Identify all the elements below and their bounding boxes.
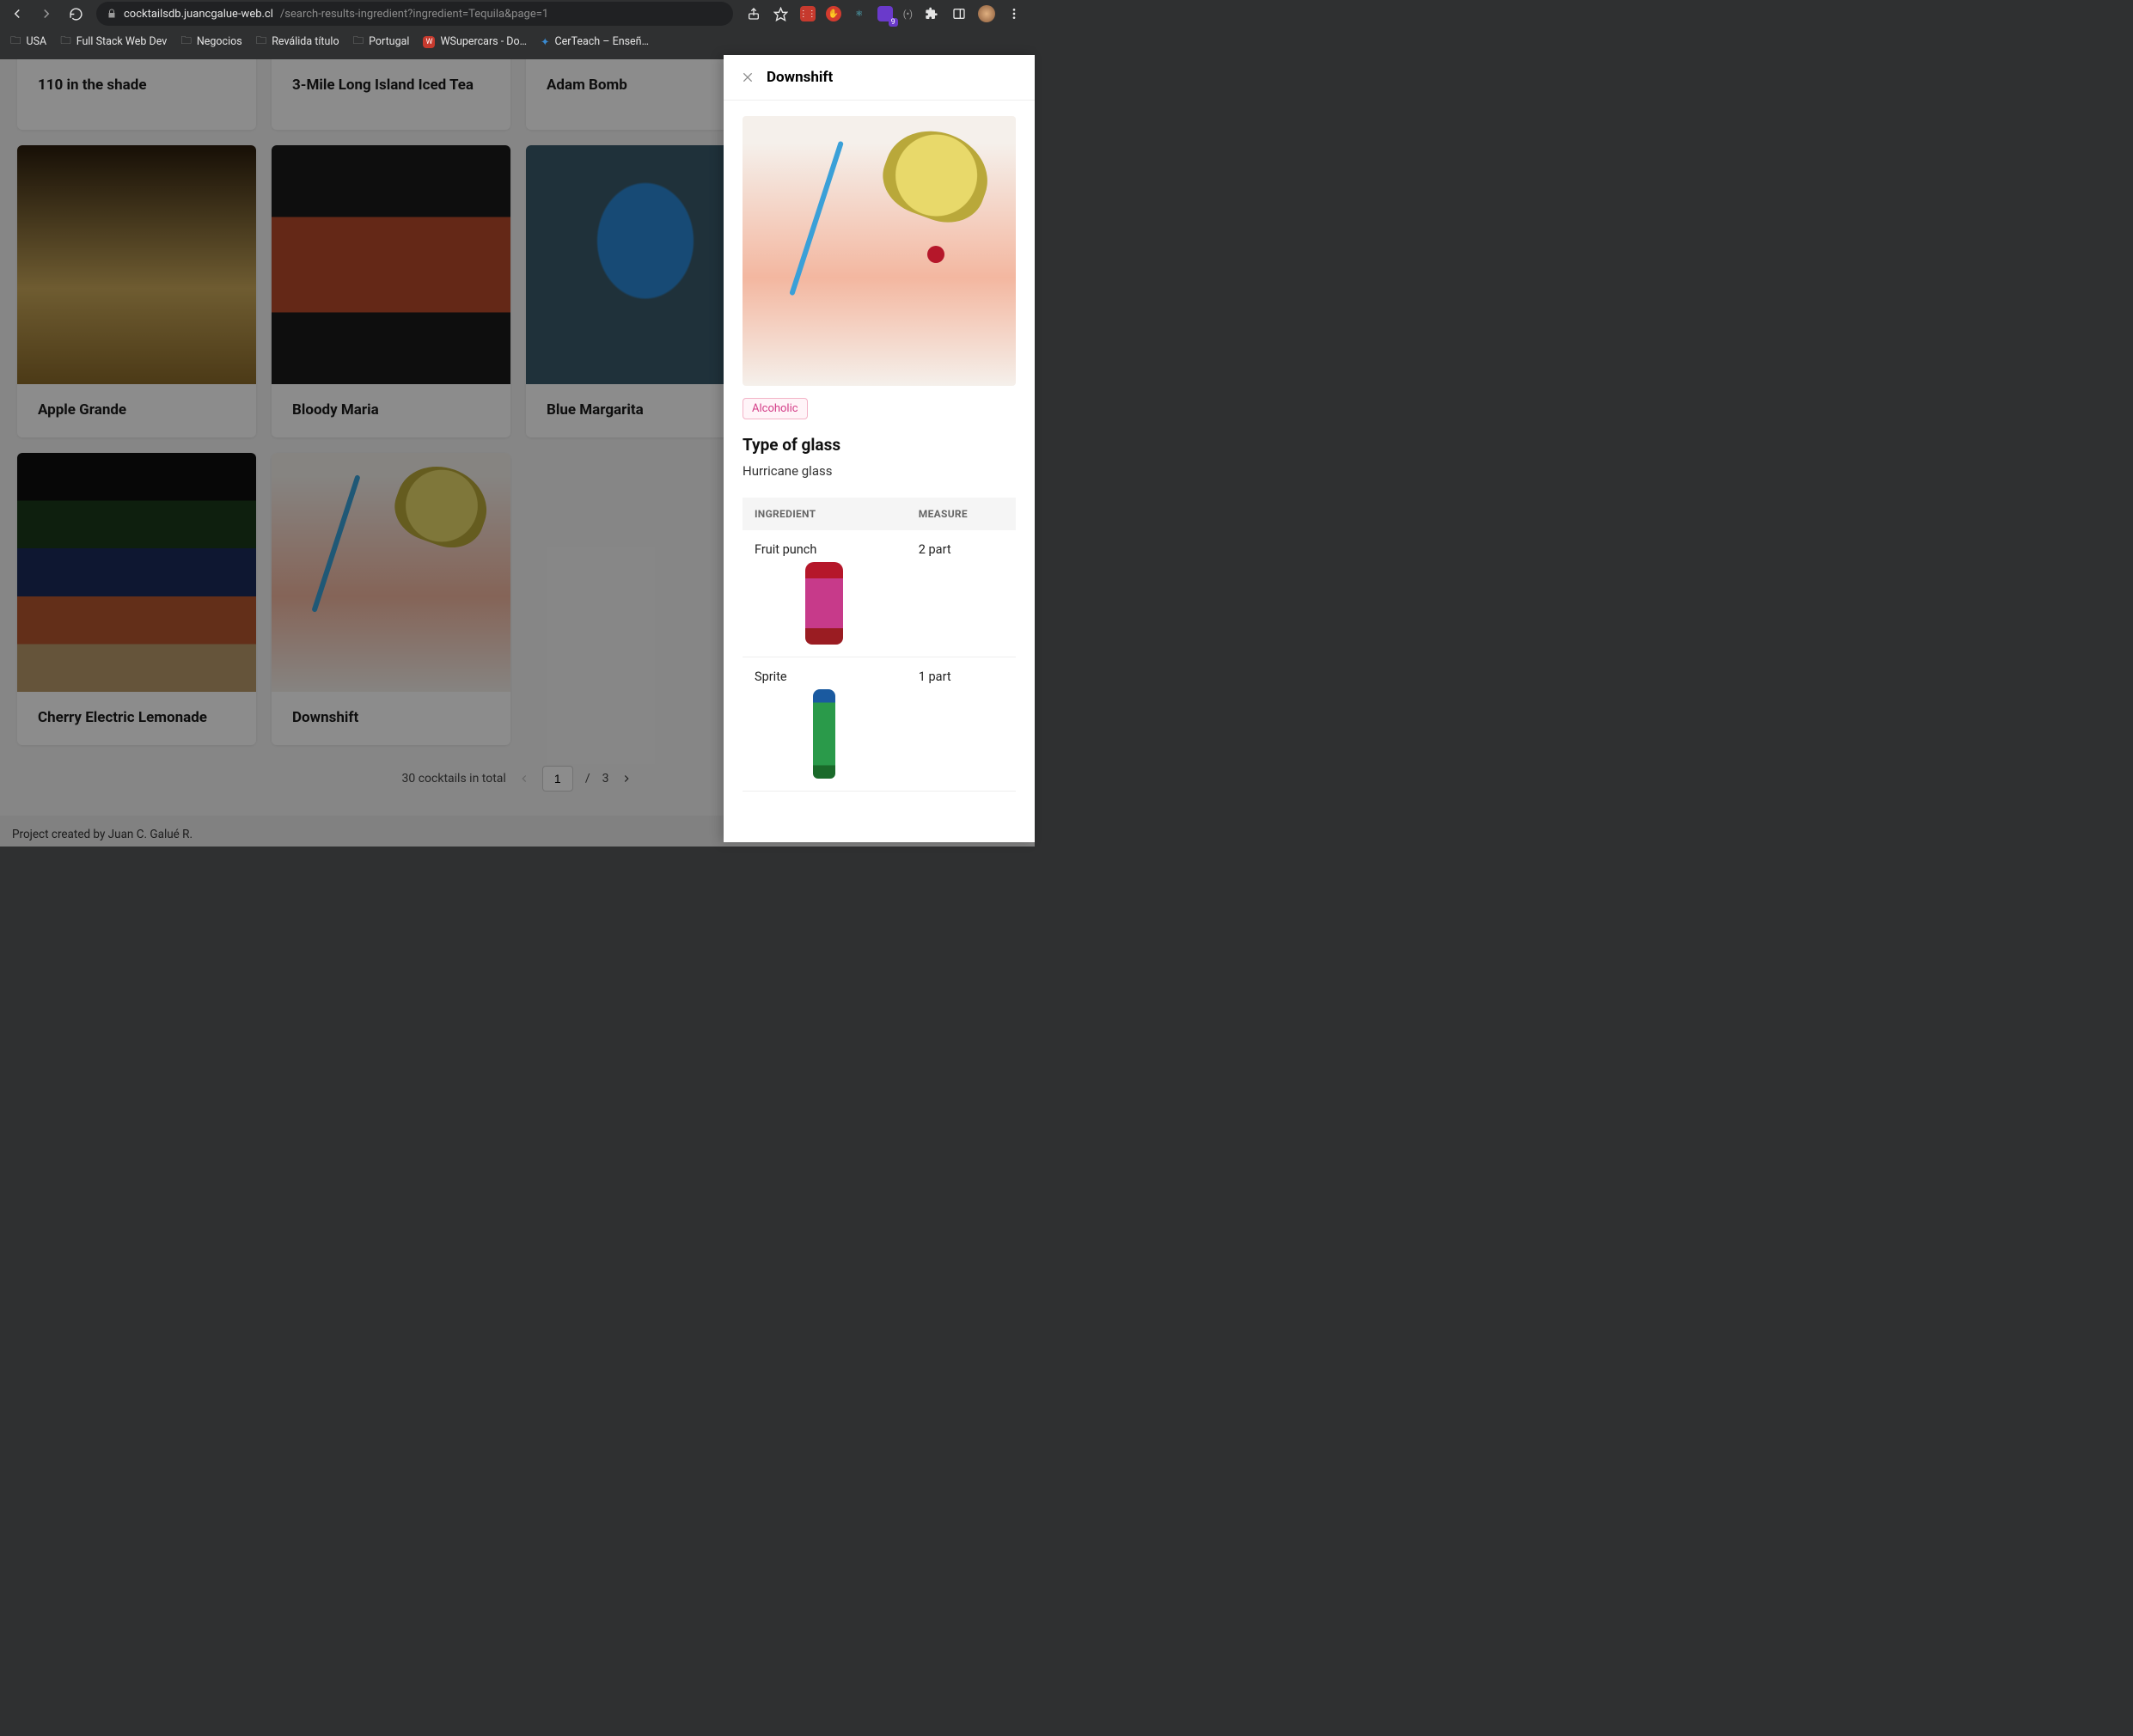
address-bar[interactable]: cocktailsdb.juancgalue-web.cl/search-res… bbox=[96, 2, 733, 26]
ingredient-thumb bbox=[805, 562, 843, 645]
bookmark-folder[interactable]: 🗀 Negocios bbox=[180, 33, 241, 51]
extension-badge-count: 9 bbox=[889, 18, 898, 27]
extension-label: (•) bbox=[903, 9, 913, 20]
folder-icon: 🗀 bbox=[60, 33, 71, 51]
ingredient-thumb bbox=[813, 689, 835, 779]
extension-icon[interactable]: ✋ bbox=[826, 6, 841, 21]
bookmark-folder[interactable]: 🗀 Portugal bbox=[353, 33, 410, 51]
forward-button[interactable] bbox=[38, 5, 55, 22]
kebab-menu-icon[interactable] bbox=[1005, 5, 1023, 22]
ingredient-name: Sprite bbox=[755, 669, 895, 684]
drawer-title: Downshift bbox=[767, 69, 833, 86]
bookmark-label: WSupercars - Do… bbox=[440, 35, 527, 48]
share-icon[interactable] bbox=[745, 5, 762, 22]
drawer-hero-image bbox=[743, 116, 1016, 386]
alcoholic-tag: Alcoholic bbox=[743, 398, 808, 419]
lock-icon bbox=[107, 9, 117, 19]
ingredient-measure: 2 part bbox=[907, 530, 1016, 657]
bookmark-item[interactable]: ✦ CerTeach – Enseñ… bbox=[541, 35, 649, 49]
profile-avatar[interactable] bbox=[978, 5, 995, 22]
folder-icon: 🗀 bbox=[256, 33, 267, 51]
bookmark-label: Reválida título bbox=[272, 35, 339, 48]
bookmark-label: USA bbox=[27, 35, 47, 48]
react-devtools-icon[interactable]: ⚛ bbox=[852, 6, 867, 21]
extensions-icon[interactable] bbox=[923, 5, 940, 22]
reload-button[interactable] bbox=[67, 5, 84, 22]
folder-icon: 🗀 bbox=[353, 33, 364, 51]
panel-icon[interactable] bbox=[950, 5, 968, 22]
glass-value: Hurricane glass bbox=[743, 463, 1016, 479]
bookmark-folder[interactable]: 🗀 USA bbox=[10, 33, 46, 51]
bookmark-label: Negocios bbox=[197, 35, 242, 48]
star-icon[interactable] bbox=[773, 5, 790, 22]
ingredient-name: Fruit punch bbox=[755, 542, 895, 557]
col-ingredient: INGREDIENT bbox=[743, 498, 907, 530]
browser-toolbar: cocktailsdb.juancgalue-web.cl/search-res… bbox=[0, 0, 1035, 28]
ingredient-row: Sprite 1 part bbox=[743, 657, 1016, 792]
drawer-header: Downshift bbox=[724, 55, 1035, 101]
col-measure: MEASURE bbox=[907, 498, 1016, 530]
bookmark-folder[interactable]: 🗀 Reválida título bbox=[256, 33, 339, 51]
bookmark-label: Portugal bbox=[369, 35, 409, 48]
ingredients-table: INGREDIENT MEASURE Fruit punch 2 part Sp… bbox=[743, 498, 1016, 792]
site-icon: ✦ bbox=[541, 35, 549, 49]
bookmark-folder[interactable]: 🗀 Full Stack Web Dev bbox=[60, 33, 167, 51]
extension-icon[interactable]: ⋮⋮ bbox=[800, 6, 816, 21]
ingredient-measure: 1 part bbox=[907, 657, 1016, 792]
folder-icon: 🗀 bbox=[10, 33, 21, 51]
drawer-body: Alcoholic Type of glass Hurricane glass … bbox=[724, 101, 1035, 807]
detail-drawer: Downshift Alcoholic Type of glass Hurric… bbox=[724, 55, 1035, 842]
folder-icon: 🗀 bbox=[180, 33, 192, 51]
extension-icon[interactable]: 9 bbox=[877, 6, 893, 21]
toolbar-right-icons: ⋮⋮ ✋ ⚛ 9 (•) bbox=[745, 5, 1026, 22]
bookmark-item[interactable]: W WSupercars - Do… bbox=[423, 35, 527, 48]
glass-heading: Type of glass bbox=[743, 435, 1016, 455]
bookmark-label: Full Stack Web Dev bbox=[76, 35, 168, 48]
back-button[interactable] bbox=[9, 5, 26, 22]
site-icon: W bbox=[423, 36, 435, 48]
url-host: cocktailsdb.juancgalue-web.cl bbox=[124, 8, 273, 21]
close-button[interactable] bbox=[741, 70, 755, 84]
url-path: /search-results-ingredient?ingredient=Te… bbox=[280, 8, 548, 21]
bookmark-label: CerTeach – Enseñ… bbox=[554, 35, 648, 48]
ingredient-row: Fruit punch 2 part bbox=[743, 530, 1016, 657]
browser-chrome: cocktailsdb.juancgalue-web.cl/search-res… bbox=[0, 0, 1035, 59]
